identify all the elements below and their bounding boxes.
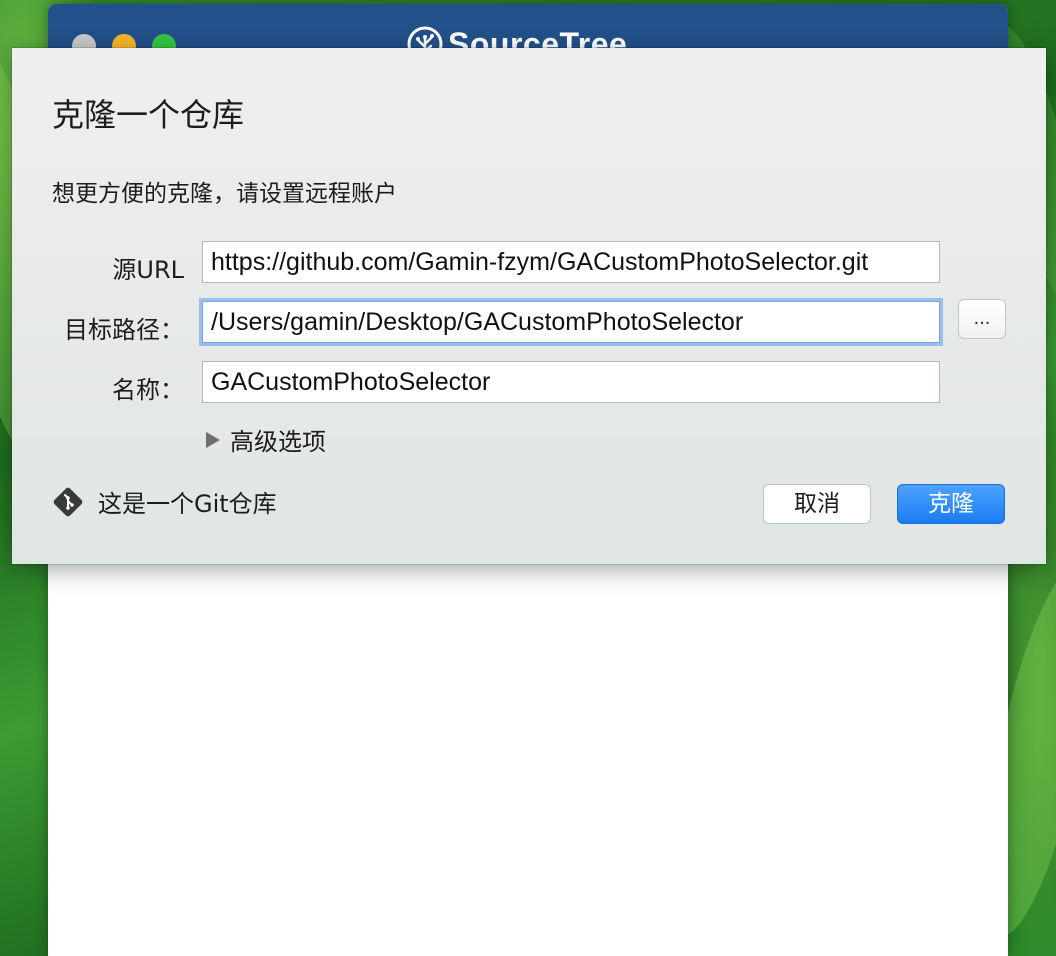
git-status-text: 这是一个Git仓库	[98, 490, 277, 518]
advanced-options-label[interactable]: 高级选项	[230, 422, 326, 457]
name-label: 名称：	[112, 376, 184, 404]
destination-path-field[interactable]: /Users/gamin/Desktop/GACustomPhotoSelect…	[202, 301, 940, 343]
clone-repository-dialog: 克隆一个仓库 想更方便的克隆，请设置远程账户 源URL https://gith…	[12, 48, 1046, 564]
destination-path-label: 目标路径：	[64, 316, 184, 344]
repository-name-field[interactable]: GACustomPhotoSelector	[202, 361, 940, 403]
source-url-label: 源URL	[112, 256, 184, 284]
repository-type-status: 这是一个Git仓库	[52, 484, 277, 519]
advanced-options-toggle[interactable]: 高级选项	[206, 422, 326, 457]
git-icon	[53, 487, 83, 516]
clone-button[interactable]: 克隆	[897, 484, 1005, 524]
dialog-title: 克隆一个仓库	[52, 96, 245, 134]
cancel-button[interactable]: 取消	[763, 484, 871, 524]
disclosure-triangle-icon[interactable]	[206, 431, 220, 448]
source-url-field[interactable]: https://github.com/Gamin-fzym/GACustomPh…	[202, 241, 940, 283]
browse-button[interactable]: ...	[958, 299, 1006, 339]
remote-account-hint[interactable]: 想更方便的克隆，请设置远程账户	[52, 174, 397, 208]
